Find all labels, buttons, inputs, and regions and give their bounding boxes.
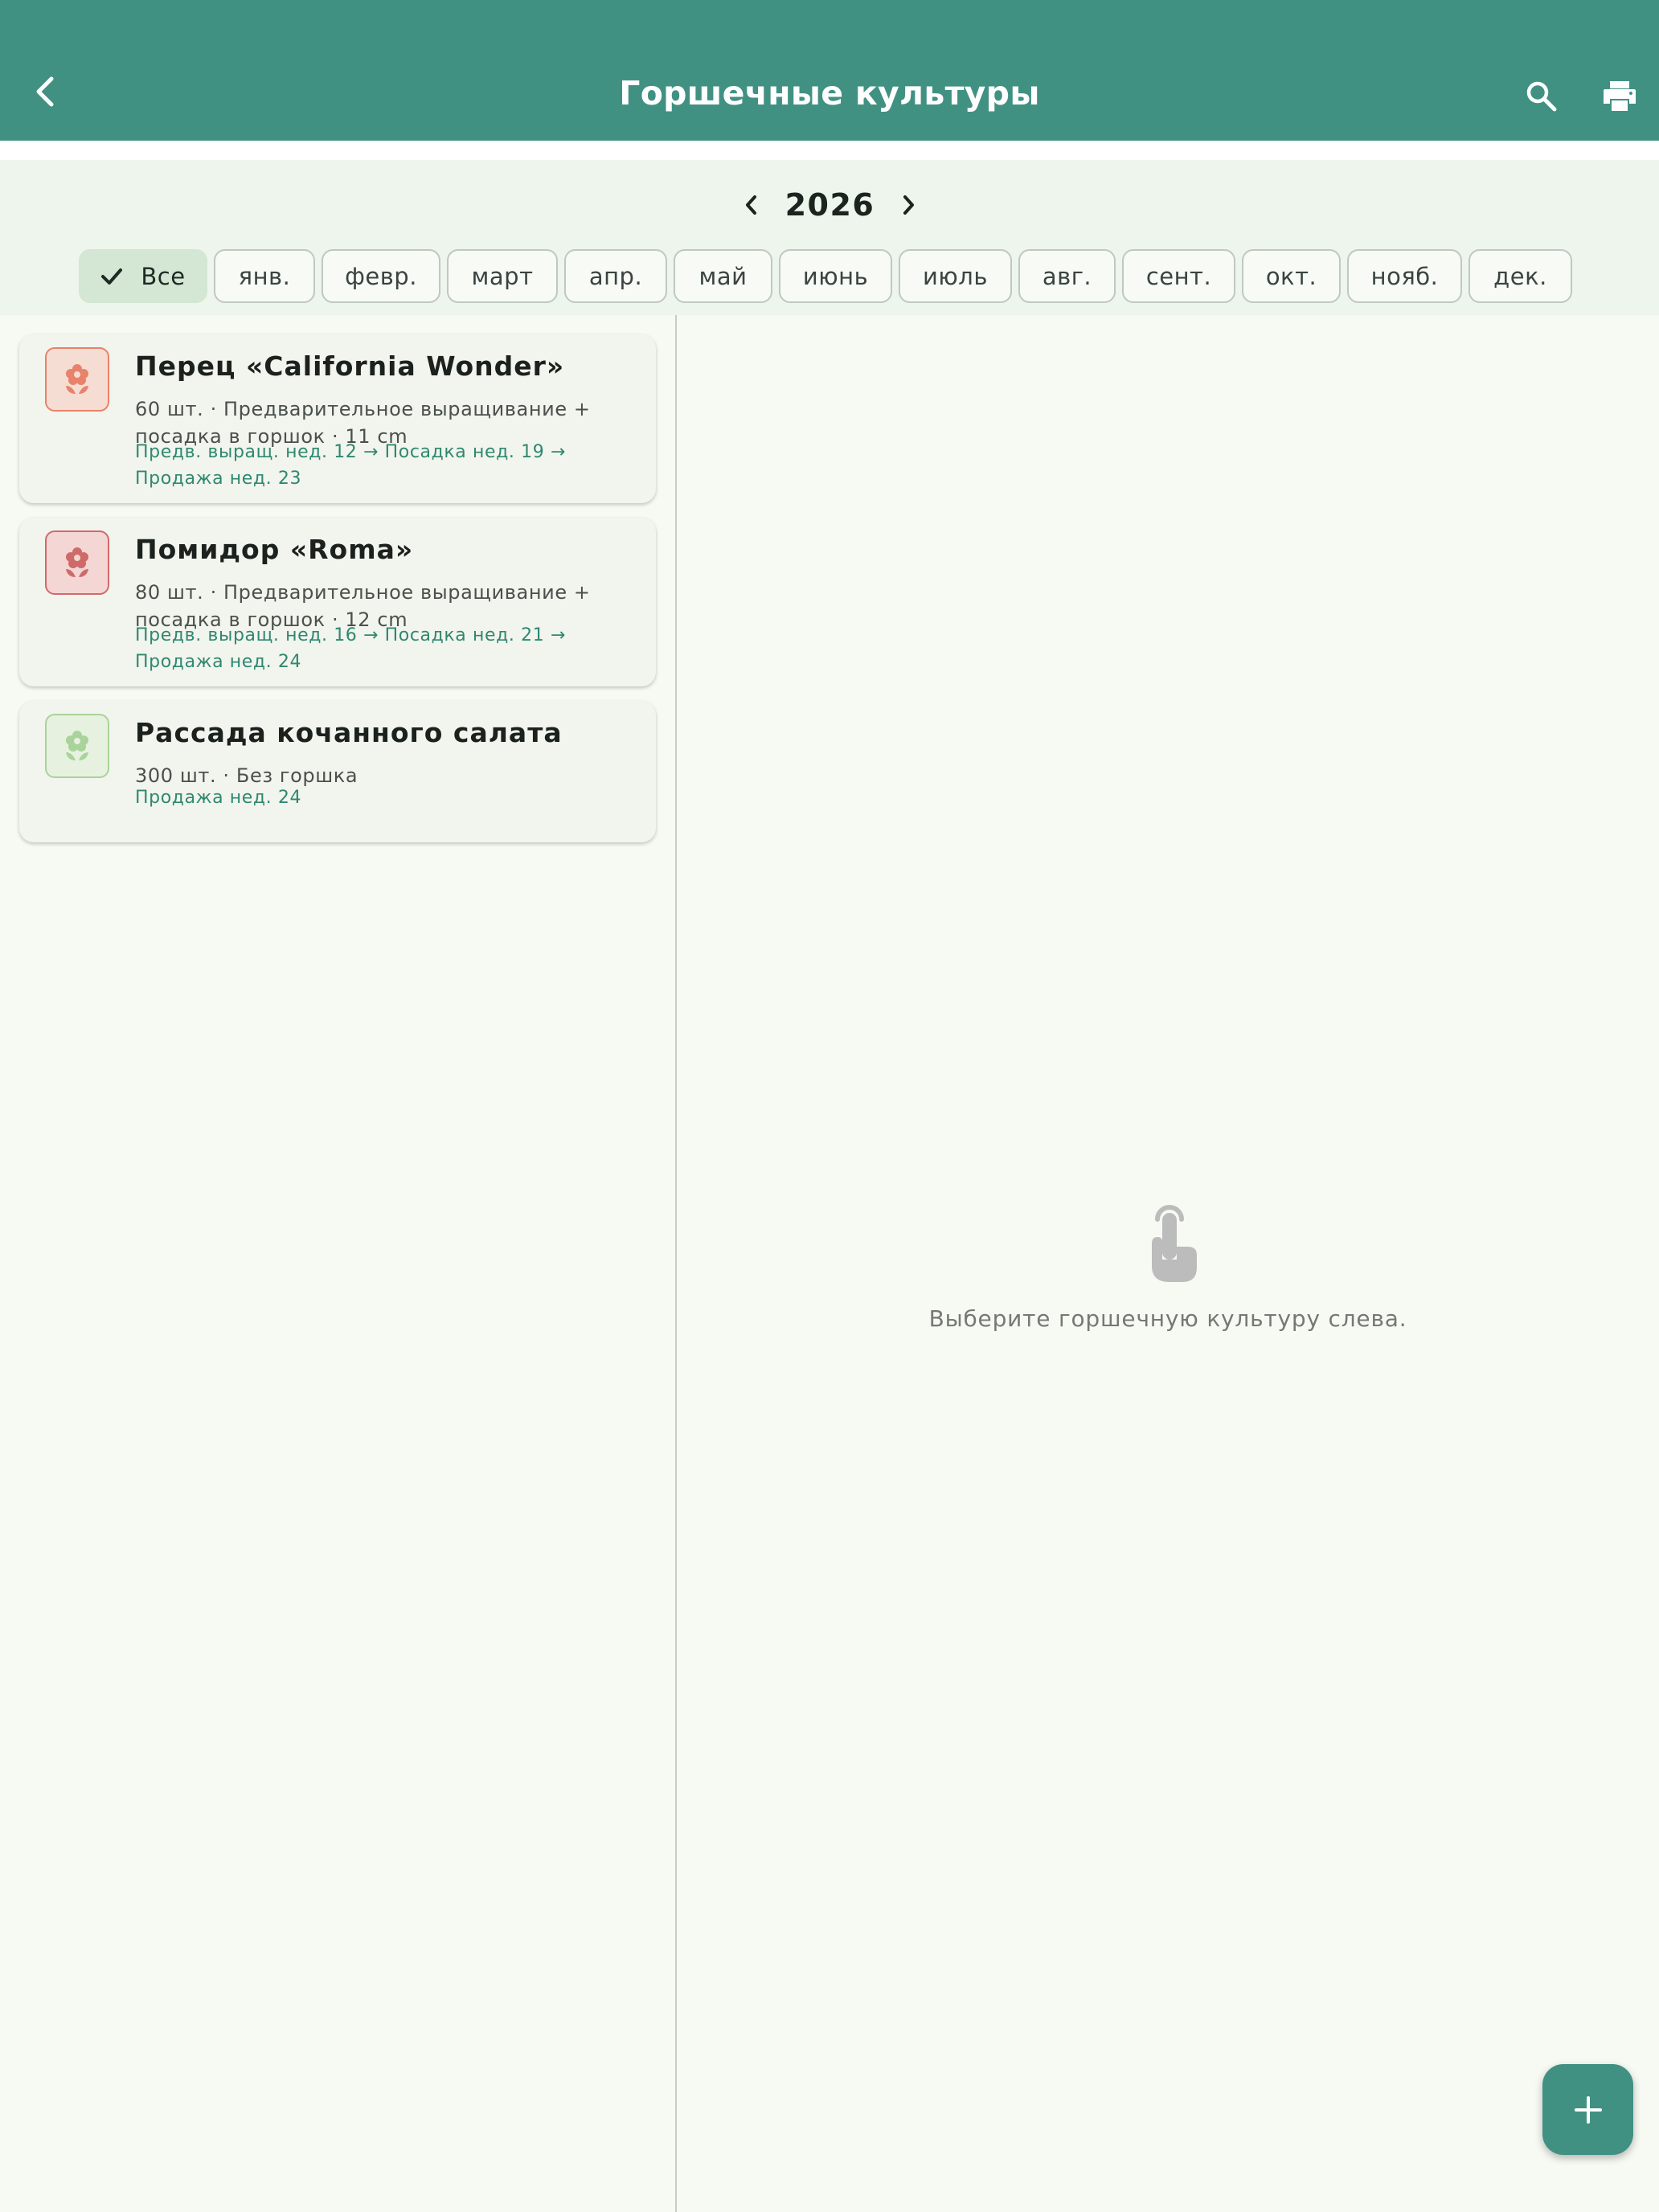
chip-oct[interactable]: окт.	[1242, 249, 1341, 303]
chip-label: май	[698, 262, 748, 290]
chip-all[interactable]: Все	[79, 249, 207, 303]
year-navigator: 2026	[0, 182, 1659, 227]
chevron-right-icon	[903, 195, 914, 215]
chip-label: окт.	[1265, 262, 1317, 290]
chip-may[interactable]: май	[674, 249, 772, 303]
search-icon	[1526, 81, 1557, 112]
chip-feb[interactable]: февр.	[322, 249, 440, 303]
crop-thumbnail	[45, 347, 109, 412]
chip-jun[interactable]: июнь	[779, 249, 892, 303]
app-root: Горшечные культуры 2026 Все янв. февр. м…	[0, 0, 1659, 2212]
pane-divider	[675, 315, 677, 2212]
crop-name: Перец «California Wonder»	[135, 350, 565, 382]
chip-label: янв.	[238, 262, 291, 290]
chip-jul[interactable]: июль	[899, 249, 1012, 303]
next-year-button[interactable]	[884, 182, 932, 227]
chip-label: февр.	[345, 262, 417, 290]
check-icon	[100, 267, 123, 286]
page-title: Горшечные культуры	[619, 74, 1040, 113]
chip-nov[interactable]: нояб.	[1347, 249, 1462, 303]
add-crop-button[interactable]	[1542, 2064, 1633, 2155]
crop-thumbnail	[45, 530, 109, 595]
previous-year-button[interactable]	[727, 182, 776, 227]
crop-card[interactable]: Перец «California Wonder» 60 шт. · Предв…	[19, 334, 656, 503]
chip-label: дек.	[1493, 262, 1547, 290]
app-bar: Горшечные культуры	[0, 0, 1659, 141]
month-filter-chips: Все янв. февр. март апр. май июнь июль а…	[79, 249, 1572, 303]
year-label: 2026	[784, 187, 875, 223]
chip-aug[interactable]: авг.	[1018, 249, 1116, 303]
crop-schedule: Предв. выращ. нед. 12 → Посадка нед. 19 …	[135, 442, 566, 489]
print-button[interactable]	[1596, 72, 1644, 121]
chevron-left-icon	[746, 195, 756, 215]
crop-schedule: Продажа нед. 24	[135, 788, 302, 808]
crop-name: Помидор «Roma»	[135, 534, 414, 565]
chip-jan[interactable]: янв.	[214, 249, 315, 303]
header-separator	[0, 141, 1659, 160]
plus-icon	[1574, 2095, 1602, 2124]
chip-label: июнь	[802, 262, 869, 290]
crop-name: Рассада кочанного салата	[135, 717, 563, 748]
printer-icon	[1604, 81, 1636, 111]
chip-label: авг.	[1042, 262, 1092, 290]
crop-card[interactable]: Рассада кочанного салата 300 шт. · Без г…	[19, 701, 656, 842]
chip-apr[interactable]: апр.	[564, 249, 667, 303]
flower-icon	[66, 731, 88, 760]
chip-label: нояб.	[1370, 262, 1439, 290]
chip-mar[interactable]: март	[447, 249, 558, 303]
filter-bar: 2026 Все янв. февр. март апр. май июнь и…	[0, 160, 1659, 315]
search-button[interactable]	[1518, 72, 1566, 121]
chip-label: июль	[923, 262, 988, 290]
flower-icon	[66, 547, 88, 577]
crop-thumbnail	[45, 714, 109, 778]
chip-label: апр.	[588, 262, 643, 290]
chip-label: Все	[141, 262, 186, 290]
flower-icon	[66, 364, 88, 394]
chip-sep[interactable]: сент.	[1122, 249, 1235, 303]
chip-label: март	[471, 262, 534, 290]
crop-schedule: Предв. выращ. нед. 16 → Посадка нед. 21 …	[135, 625, 566, 672]
touch-icon	[1152, 1205, 1197, 1282]
crop-card[interactable]: Помидор «Roma» 80 шт. · Предварительное …	[19, 518, 656, 686]
empty-state-message: Выберите горшечную культуру слева.	[928, 1305, 1407, 1332]
chip-dec[interactable]: дек.	[1469, 249, 1572, 303]
chip-label: сент.	[1145, 262, 1212, 290]
